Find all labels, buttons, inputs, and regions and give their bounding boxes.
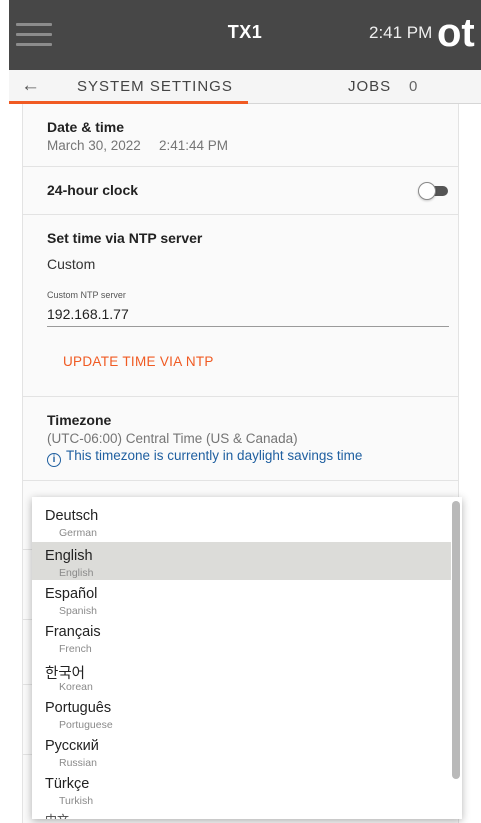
ntp-server-input[interactable] [47, 301, 449, 327]
app-bar: TX1 2:41 PM ot [9, 0, 481, 70]
language-english-name: German [59, 527, 97, 539]
language-option-selected[interactable]: English English [32, 542, 451, 580]
brand-logo: ot [437, 11, 475, 55]
language-name: Deutsch [45, 508, 99, 524]
language-option-partial[interactable]: 中文 [45, 811, 69, 819]
divider [23, 214, 458, 215]
ntp-mode-value[interactable]: Custom [47, 256, 95, 272]
current-date: March 30, 2022 [47, 138, 141, 153]
update-time-ntp-button[interactable]: UPDATE TIME VIA NTP [63, 354, 214, 369]
date-time-label: Date & time [47, 119, 125, 135]
language-english-name: Turkish [59, 795, 94, 807]
divider [23, 166, 458, 167]
language-english-name: Spanish [59, 605, 97, 617]
status-clock: 2:41 PM [369, 23, 433, 42]
language-option[interactable]: Português Portuguese [32, 694, 451, 732]
ntp-server-caption: Custom NTP server [47, 290, 126, 300]
toggle-thumb [418, 182, 436, 200]
clock-24h-toggle[interactable] [418, 182, 448, 200]
current-time: 2:41:44 PM [159, 138, 229, 153]
arrow-left-icon[interactable]: ← [21, 76, 40, 96]
dropdown-scrollbar[interactable] [452, 501, 460, 779]
jobs-count-badge: 0 [409, 78, 418, 95]
dst-notice: i This timezone is currently in daylight … [47, 448, 362, 467]
language-dropdown[interactable]: Deutsch German English English Español S… [32, 497, 462, 819]
language-option[interactable]: Deutsch German [32, 502, 451, 540]
language-name: 한국어 [45, 666, 86, 682]
divider [23, 480, 458, 481]
language-english-name: English [59, 567, 94, 579]
language-english-name: Russian [59, 757, 97, 769]
language-option[interactable]: Русский Russian [32, 732, 451, 770]
language-name: Русский [45, 738, 99, 754]
dst-note-text: This timezone is currently in daylight s… [66, 448, 363, 463]
info-circle-icon: i [47, 453, 61, 467]
ntp-label: Set time via NTP server [47, 230, 203, 246]
settings-nav-bar: ← SYSTEM SETTINGS JOBS 0 [9, 70, 481, 104]
language-option[interactable]: Français French [32, 618, 451, 656]
language-english-name: French [59, 643, 92, 655]
language-name: Türkçe [45, 776, 90, 792]
divider [23, 396, 458, 397]
language-name: Français [45, 624, 101, 640]
language-option[interactable]: Español Spanish [32, 580, 451, 618]
language-name: Español [45, 586, 98, 602]
timezone-value[interactable]: (UTC-06:00) Central Time (US & Canada) [47, 431, 298, 446]
tab-system-settings[interactable]: SYSTEM SETTINGS [77, 78, 233, 95]
language-option[interactable]: Türkçe Turkish [32, 770, 451, 808]
language-option[interactable]: 한국어 Korean [32, 656, 451, 694]
language-name: English [45, 548, 93, 564]
tab-jobs[interactable]: JOBS [348, 78, 391, 95]
timezone-label: Timezone [47, 412, 112, 428]
language-english-name: Portuguese [59, 719, 113, 731]
language-english-name: Korean [59, 681, 93, 693]
language-name: Português [45, 700, 112, 716]
clock-24h-label: 24-hour clock [47, 182, 139, 198]
